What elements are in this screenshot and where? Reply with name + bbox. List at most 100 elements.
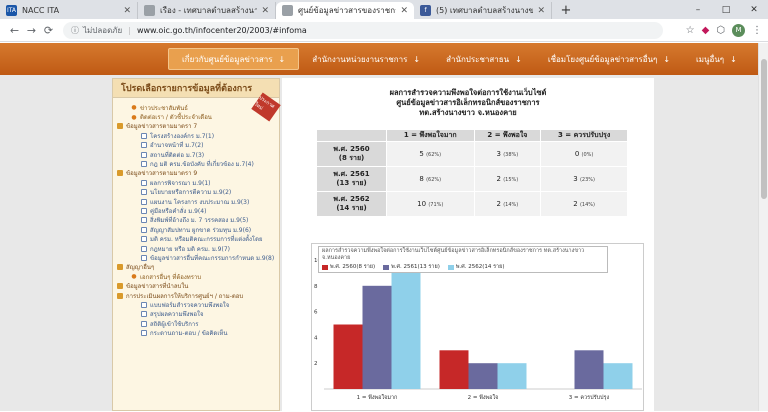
table-cell: 2 (14%) xyxy=(540,191,628,217)
table-row: พ.ศ. 2561 (13 ราย) 8 (62%) 2 (15%) 3 (23%) xyxy=(316,166,628,192)
category-item[interactable]: สัญญาสัมปทาน ผูกขาด ร่วมทุน ม.9(6) xyxy=(117,225,275,234)
category-item[interactable]: ผลการพิจารณา ม.9(1) xyxy=(117,178,275,187)
avatar[interactable]: M xyxy=(732,23,745,37)
category-item[interactable]: กฎ มติ ครม.ข้อบังคับ ที่เกี่ยวข้อง ม.7(4… xyxy=(117,159,275,168)
close-icon[interactable]: ✕ xyxy=(537,6,545,16)
category-item[interactable]: สถานที่ติดต่อ ม.7(3) xyxy=(117,150,275,159)
document-icon xyxy=(141,226,147,233)
category-item[interactable]: ข้อมูลข่าวสารตามมาตรา 9 xyxy=(117,169,275,178)
category-label: สถิติผู้เข้าใช้บริการ xyxy=(150,320,199,328)
minimize-icon[interactable]: – xyxy=(684,0,712,19)
new-tab-button[interactable]: + xyxy=(557,1,575,19)
reload-icon[interactable]: ⟳ xyxy=(40,24,57,37)
category-label: นโยบายหรือการตีความ ม.9(2) xyxy=(150,189,232,197)
category-item[interactable]: แผนงาน โครงการ งบประมาณ ม.9(3) xyxy=(117,197,275,206)
cell-value: 2 xyxy=(573,200,578,208)
nav-item[interactable]: สำนักประชาสาธน ↓ xyxy=(433,48,535,70)
row-count: (14 ราย) xyxy=(336,204,367,212)
back-icon[interactable]: ← xyxy=(6,24,23,37)
category-label: สัญญาอื่นๆ xyxy=(126,264,155,272)
nav-item-label: เกี่ยวกับศูนย์ข้อมูลข่าวสาร xyxy=(182,54,273,64)
bar xyxy=(362,285,392,389)
category-item[interactable]: สรุปผลความพึงพอใจ xyxy=(117,310,275,319)
nav-item[interactable]: เกี่ยวกับศูนย์ข้อมูลข่าวสาร ↓ xyxy=(168,48,300,70)
category-item[interactable]: ● ติดต่อเรา / ตัวชี้ประจำเดือน xyxy=(117,112,275,122)
legend-item: พ.ศ. 2561(13 ราย) xyxy=(383,263,440,271)
table-header: 3 = ควรปรับปรุง xyxy=(540,129,628,142)
category-label: คู่มือหรือคำสั่ง ม.9(4) xyxy=(150,208,207,215)
nav-item[interactable]: เชื่อมโยงศูนย์ข้อมูลข่าวสารอื่นๆ ↓ xyxy=(535,48,683,70)
arrow-down-icon: ↓ xyxy=(730,54,737,64)
arrow-down-icon: ↓ xyxy=(515,54,522,64)
category-item[interactable]: กระดานถาม-ตอบ / ข้อคิดเห็น xyxy=(117,328,275,337)
legend-item: พ.ศ. 2560(8 ราย) xyxy=(322,263,375,271)
row-header: พ.ศ. 2560 (8 ราย) xyxy=(316,141,387,167)
category-item[interactable]: อำนาจหน้าที่ ม.7(2) xyxy=(117,141,275,150)
category-item[interactable]: ● เอกสารอื่นๆ ที่ต้องทราบ xyxy=(117,272,275,281)
close-window-icon[interactable]: ✕ xyxy=(740,0,768,19)
close-icon[interactable]: ✕ xyxy=(400,6,408,16)
browser-tab[interactable]: f (5) เทศบาลตำบลสร้างนางขาว - หน้าห✕ xyxy=(414,2,552,19)
category-item[interactable]: แบบฟอร์มสำรวจความพึงพอใจ xyxy=(117,300,275,309)
cell-percent: (23%) xyxy=(579,177,595,183)
category-item[interactable]: การประเมินผลการให้บริการศูนย์ฯ / ถาม-ตอบ xyxy=(117,291,275,300)
cell-value: 5 xyxy=(419,150,424,158)
nav-item[interactable]: สำนักงานหน่วยงานราชการ ↓ xyxy=(299,48,433,70)
extension-icon[interactable]: ⬡ xyxy=(716,25,725,36)
scrollbar-thumb[interactable] xyxy=(761,59,767,199)
info-icon[interactable]: ⓘ xyxy=(71,25,79,36)
table-header: 1 = พึงพอใจมาก xyxy=(386,129,475,142)
category-item[interactable]: ข้อมูลข่าวสารตามมาตรา 7 xyxy=(117,122,275,131)
browser-tab[interactable]: เรือง - เทศบาลตำบลสร้างนางขาว — เว็✕ xyxy=(138,2,276,19)
row-count: (8 ราย) xyxy=(338,154,365,162)
page-scrollbar[interactable] xyxy=(758,43,768,411)
category-item[interactable]: นโยบายหรือการตีความ ม.9(2) xyxy=(117,188,275,197)
category-item[interactable]: มติ ครม. หรือมติคณะกรรมการที่แต่งตั้งโดย xyxy=(117,234,275,243)
browser-tab[interactable]: ITA NACC ITA ✕ xyxy=(0,2,138,19)
arrow-down-icon: ↓ xyxy=(663,54,671,64)
document-icon xyxy=(141,217,147,224)
category-item[interactable]: สิ่งพิมพ์ที่อ้างถึง ม. 7 วรรคสอง ม.9(5) xyxy=(117,216,275,225)
row-header: พ.ศ. 2561 (13 ราย) xyxy=(316,166,387,192)
forward-icon[interactable]: → xyxy=(23,24,40,37)
category-label: ผลการพิจารณา ม.9(1) xyxy=(150,179,211,187)
table-cell: 3 (38%) xyxy=(473,141,542,167)
favicon-icon xyxy=(144,5,155,16)
bullet-icon: ● xyxy=(131,104,137,112)
cell-percent: (15%) xyxy=(503,177,519,183)
category-item[interactable]: ข้อมูลข่าวสารที่นำลบใน xyxy=(117,281,275,290)
maximize-icon[interactable]: □ xyxy=(712,0,740,19)
document-icon xyxy=(141,207,147,214)
y-tick-label: 6 xyxy=(314,310,318,316)
row-year: พ.ศ. 2562 xyxy=(333,195,370,203)
close-icon[interactable]: ✕ xyxy=(123,6,131,16)
bar xyxy=(497,363,527,389)
cell-percent: (38%) xyxy=(503,152,519,158)
favicon-icon: f xyxy=(420,5,431,16)
category-label: แผนงาน โครงการ งบประมาณ ม.9(3) xyxy=(150,198,250,206)
document-icon xyxy=(141,132,147,139)
panel-title: โปรดเลือกรายการข้อมูลที่ต้องการ xyxy=(113,79,279,98)
category-label: แบบฟอร์มสำรวจความพึงพอใจ xyxy=(150,301,230,309)
cell-percent: (62%) xyxy=(426,177,442,183)
folder-icon xyxy=(117,170,123,177)
star-icon[interactable]: ☆ xyxy=(686,25,695,36)
survey-table: 1 = พึงพอใจมาก 2 = พึงพอใจ 3 = ควรปรับปร… xyxy=(316,129,628,217)
close-icon[interactable]: ✕ xyxy=(261,6,269,16)
table-row: พ.ศ. 2560 (8 ราย) 5 (62%) 3 (38%) 0 (0%) xyxy=(316,141,628,167)
category-label: การประเมินผลการให้บริการศูนย์ฯ / ถาม-ตอบ xyxy=(126,292,244,300)
category-item[interactable]: สถิติผู้เข้าใช้บริการ xyxy=(117,319,275,328)
browser-tab[interactable]: ศูนย์ข้อมูลข่าวสารของราชการ • ทต.ส✕ xyxy=(276,2,414,19)
nav-item[interactable]: เมนูอื่นๆ ↓ xyxy=(683,48,750,70)
bar xyxy=(603,363,633,389)
category-item[interactable]: ข้อมูลข่าวสารอื่นที่คณะกรรมการกำหนด ม.9(… xyxy=(117,253,275,262)
browser-tab-strip: ITANACC ITA✕เรือง - เทศบาลตำบลสร้างนางขา… xyxy=(0,0,768,19)
category-item[interactable]: คู่มือหรือคำสั่ง ม.9(4) xyxy=(117,206,275,215)
category-item[interactable]: สัญญาอื่นๆ xyxy=(117,263,275,272)
menu-icon[interactable]: ⋮ xyxy=(752,25,762,36)
extension-icon[interactable]: ◆ xyxy=(702,25,710,36)
legend-swatch xyxy=(322,264,328,270)
category-item[interactable]: กฎหมาย หรือ มติ ครม. ม.9(7) xyxy=(117,244,275,253)
category-item[interactable]: โครงสร้างองค์กร ม.7(1) xyxy=(117,131,275,140)
address-bar[interactable]: ⓘ ไม่ปลอดภัย | www.oic.go.th/infocenter2… xyxy=(63,21,663,39)
